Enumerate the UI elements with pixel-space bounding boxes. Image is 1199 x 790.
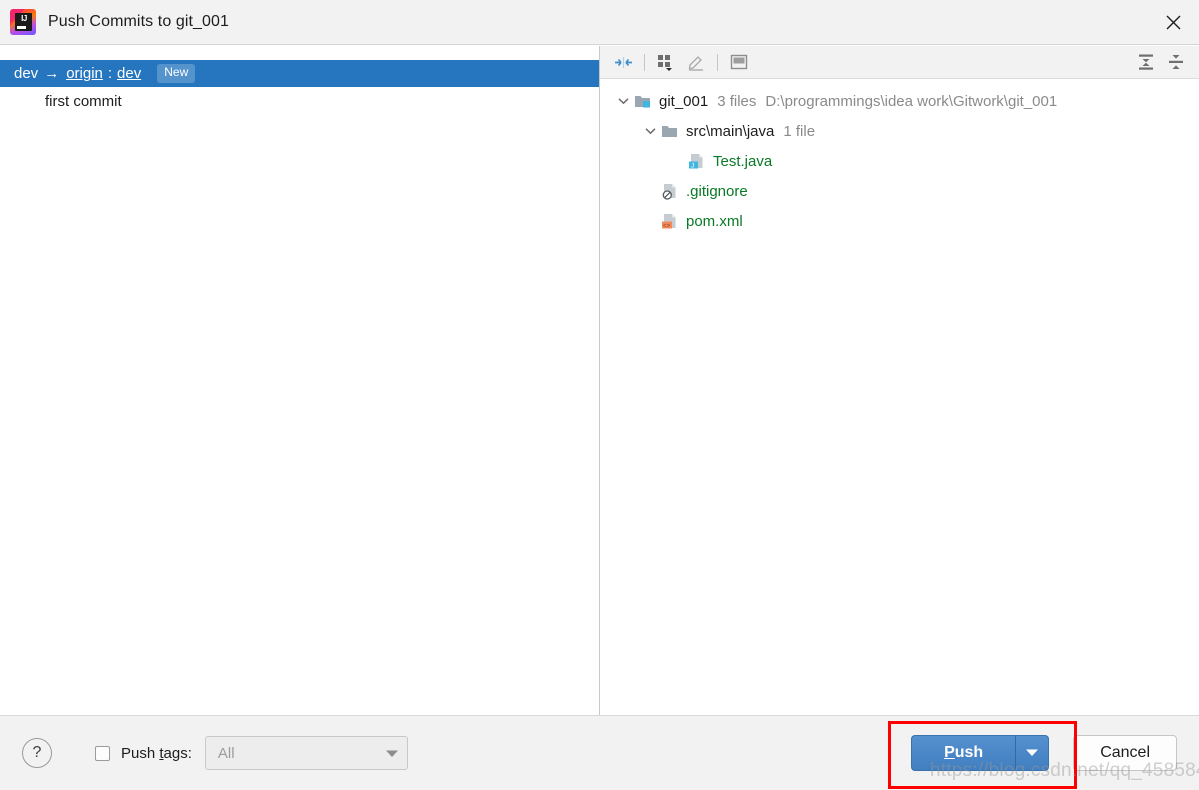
changes-panel: git_001 3 files D:\programmings\idea wor… <box>600 46 1199 715</box>
gitignore-file-icon <box>661 182 679 200</box>
tree-row[interactable]: J Test.java <box>600 146 1199 176</box>
tree-node-name: .gitignore <box>686 182 748 200</box>
toolbar-divider-1 <box>644 53 645 71</box>
module-folder-icon <box>634 92 652 110</box>
tree-row[interactable]: git_001 3 files D:\programmings\idea wor… <box>600 86 1199 116</box>
intellij-idea-icon: IJ <box>10 9 36 35</box>
tree-node-name: Test.java <box>713 152 773 170</box>
branch-push-spec-row[interactable]: dev → origin : dev New <box>0 60 599 87</box>
tree-node-count: 3 files <box>717 92 757 110</box>
tree-node-path: D:\programmings\idea work\Gitwork\git_00… <box>765 92 1058 110</box>
toolbar-divider-2 <box>717 53 718 71</box>
new-branch-badge: New <box>157 64 196 83</box>
commit-list-item[interactable]: first commit <box>0 87 599 115</box>
cancel-button[interactable]: Cancel <box>1073 735 1177 771</box>
push-tags-select-value: All <box>217 744 235 762</box>
push-tags-label: Push tags: <box>121 745 192 762</box>
dialog-body: dev → origin : dev New first commit git_… <box>0 45 1199 715</box>
push-button-label-rest: ush <box>954 744 984 761</box>
commits-panel-top-strip <box>0 46 599 60</box>
push-split-button: Push <box>911 735 1050 771</box>
tree-node-count: 1 file <box>783 122 816 140</box>
tree-row[interactable]: src\main\java 1 file <box>600 116 1199 146</box>
svg-text:<>: <> <box>663 222 671 229</box>
edit-pencil-icon <box>681 49 711 75</box>
dialog-footer: ? Push tags: All Push Cancel <box>0 715 1199 790</box>
changes-toolbar <box>600 46 1199 79</box>
xml-file-icon: <> <box>661 212 679 230</box>
push-dropdown-button[interactable] <box>1016 735 1050 771</box>
expand-all-icon[interactable] <box>1131 49 1161 75</box>
group-by-icon[interactable] <box>651 49 681 75</box>
push-button[interactable]: Push <box>911 735 1017 771</box>
java-file-icon: J <box>688 152 706 170</box>
arrow-right-icon: → <box>44 65 60 82</box>
tree-node-name: src\main\java <box>686 122 775 140</box>
changed-files-tree: git_001 3 files D:\programmings\idea wor… <box>600 79 1199 715</box>
close-icon[interactable] <box>1147 0 1199 44</box>
push-tags-checkbox[interactable] <box>95 745 110 761</box>
chevron-down-icon <box>377 749 407 758</box>
collapse-all-icon[interactable] <box>1161 49 1191 75</box>
remote-link[interactable]: origin <box>66 65 103 82</box>
help-button[interactable]: ? <box>22 738 52 768</box>
push-tags-label-pre: Push <box>121 744 160 762</box>
push-tags-select[interactable]: All <box>204 736 408 770</box>
preview-panel-icon[interactable] <box>724 49 754 75</box>
source-branch-label: dev <box>14 65 39 82</box>
title-bar: IJ Push Commits to git_001 <box>0 0 1199 45</box>
branch-separator: : <box>107 65 113 82</box>
push-commits-dialog: IJ Push Commits to git_001 dev → origin … <box>0 0 1199 790</box>
collapse-arrows-icon[interactable] <box>608 49 638 75</box>
svg-text:J: J <box>691 162 694 169</box>
folder-icon <box>661 122 679 140</box>
commits-panel: dev → origin : dev New first commit <box>0 46 600 715</box>
tree-node-name: pom.xml <box>686 212 743 230</box>
tree-row[interactable]: .gitignore <box>600 176 1199 206</box>
commits-panel-empty-area <box>0 115 599 715</box>
target-branch-link[interactable]: dev <box>117 65 141 82</box>
tree-row[interactable]: <> pom.xml <box>600 206 1199 236</box>
commit-message: first commit <box>45 92 122 110</box>
window-title: Push Commits to git_001 <box>48 13 230 30</box>
chevron-down-icon <box>1025 744 1039 762</box>
push-tags-label-post: ags: <box>163 744 192 762</box>
chevron-down-icon[interactable] <box>639 120 661 142</box>
tree-node-name: git_001 <box>659 92 709 110</box>
chevron-down-icon[interactable] <box>612 90 634 112</box>
push-button-mnemonic: P <box>944 744 955 761</box>
